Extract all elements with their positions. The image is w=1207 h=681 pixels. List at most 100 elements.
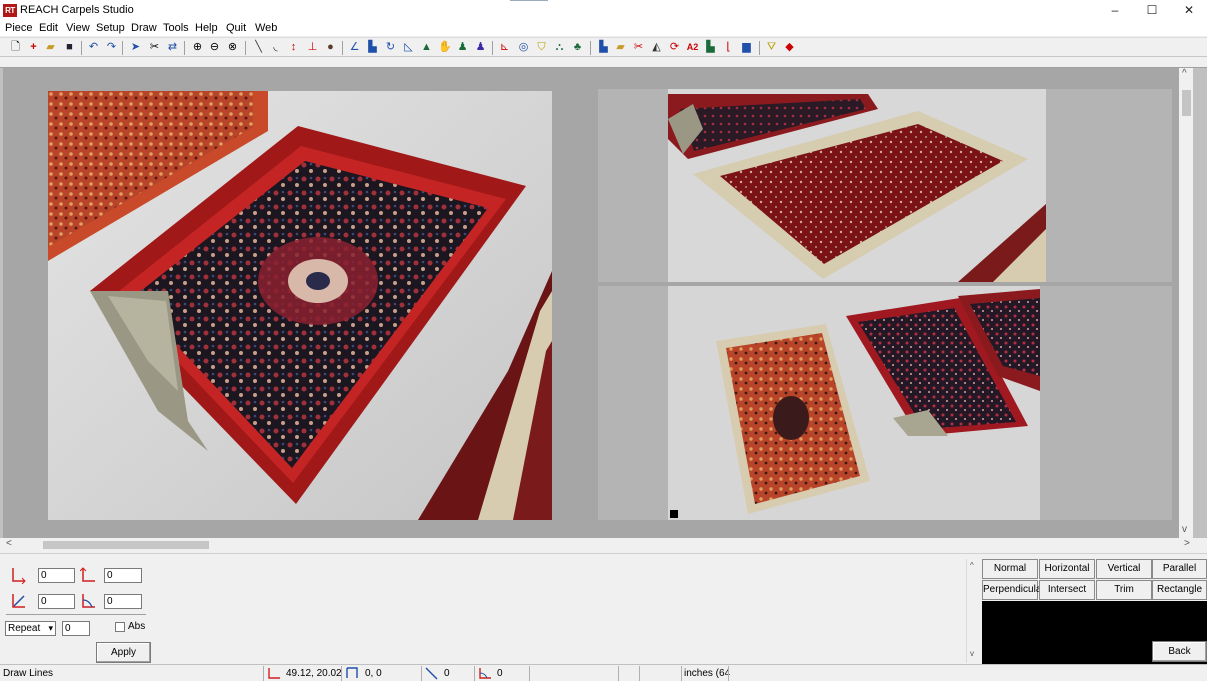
mode-panel-down-icon[interactable]: v [970, 649, 974, 658]
scroll-up-arrow-icon[interactable]: ^ [1182, 68, 1187, 79]
refresh-icon[interactable]: ⟳ [668, 41, 681, 54]
chevron-down-icon: ▾ [48, 623, 53, 633]
horizontal-scrollbar[interactable]: < > [0, 538, 1207, 551]
scroll-left-arrow-icon[interactable]: < [6, 538, 12, 549]
add-icon[interactable]: + [27, 41, 40, 54]
status-angle: 0 [497, 668, 503, 679]
hand-icon[interactable]: ✋ [438, 41, 452, 54]
mode-panel-up-icon[interactable]: ^ [970, 561, 974, 570]
rotate-icon[interactable]: ↻ [384, 41, 397, 54]
menu-tools[interactable]: Tools [163, 22, 189, 34]
angle-icon[interactable]: ∠ [348, 41, 361, 54]
status-divider [618, 666, 619, 681]
menu-view[interactable]: View [66, 22, 90, 34]
undo-icon[interactable]: ↶ [87, 41, 100, 54]
piece-icon[interactable]: ▙ [366, 41, 379, 54]
zoom-out-icon[interactable]: ⊖ [208, 41, 221, 54]
toolbar-separator [492, 41, 493, 55]
open-folder-icon[interactable]: ▰ [44, 41, 57, 54]
menu-edit[interactable]: Edit [39, 22, 58, 34]
export-icon[interactable]: ◆ [783, 41, 796, 54]
menu-help[interactable]: Help [195, 22, 218, 34]
menu-piece[interactable]: Piece [5, 22, 33, 34]
abs-checkbox[interactable] [115, 622, 125, 632]
status-cursor-position: 49.12, 20.02 [286, 668, 342, 679]
binoculars-icon[interactable]: ⛬ [553, 41, 566, 54]
draw-options-panel: 0 0 0 0 Repeat ▾ 0 Abs Apply ^ v Normal … [0, 553, 1207, 665]
canvas-surface[interactable]: ^ v [3, 68, 1193, 538]
angle-status-icon [479, 668, 491, 679]
length-input[interactable]: 0 [38, 594, 75, 609]
cut-icon[interactable]: ✂ [148, 41, 161, 54]
flag-icon[interactable]: ▙ [704, 41, 717, 54]
scissors-icon[interactable]: ✂ [632, 41, 645, 54]
maximize-button[interactable]: ☐ [1134, 0, 1170, 20]
horizontal-dimension-icon[interactable]: ⊥ [306, 41, 319, 54]
vertical-text-icon[interactable]: ⌊ [722, 41, 735, 54]
text-a2-icon[interactable]: A2 [686, 41, 699, 54]
split-icon[interactable]: ◭ [650, 41, 663, 54]
mode-panel-scrollbar[interactable]: ^ v [966, 559, 980, 663]
toolbar-separator [81, 41, 82, 55]
mode-normal-button[interactable]: Normal [982, 559, 1038, 579]
menu-draw[interactable]: Draw [131, 22, 157, 34]
menu-web[interactable]: Web [255, 22, 277, 34]
mode-perpendicular-button[interactable]: Perpendicular [982, 580, 1045, 600]
drawing-canvas[interactable]: ^ v < > [0, 67, 1207, 551]
vertical-scroll-thumb[interactable] [1182, 90, 1191, 116]
save-icon[interactable]: ■ [63, 41, 76, 54]
line-icon[interactable]: ╲ [252, 41, 265, 54]
arc-icon[interactable]: ◟ [269, 41, 282, 54]
ruler-icon[interactable]: ◺ [402, 41, 415, 54]
menu-setup[interactable]: Setup [96, 22, 125, 34]
circle-marker-icon[interactable]: ● [324, 41, 337, 54]
mode-vertical-button[interactable]: Vertical [1096, 559, 1152, 579]
vertical-scrollbar[interactable]: ^ v [1179, 68, 1193, 538]
mode-intersect-button[interactable]: Intersect [1039, 580, 1095, 600]
status-divider [341, 666, 342, 681]
mode-trim-button[interactable]: Trim [1096, 580, 1152, 600]
trophy-icon[interactable]: ⛛ [765, 41, 778, 54]
menu-quit[interactable]: Quit [226, 22, 246, 34]
carpet-photo-bottom-right-image [668, 286, 1040, 520]
mode-horizontal-button[interactable]: Horizontal [1039, 559, 1095, 579]
back-button[interactable]: Back [1152, 641, 1207, 662]
person-blue-icon[interactable]: ♟ [474, 41, 487, 54]
move-icon[interactable]: ⇄ [166, 41, 179, 54]
tree-icon[interactable]: ♣ [571, 41, 584, 54]
x-offset-icon [12, 568, 26, 584]
shape-icon[interactable]: ⊾ [498, 41, 511, 54]
target-icon[interactable]: ◎ [517, 41, 530, 54]
status-divider [474, 666, 475, 681]
abs-label: Abs [128, 621, 146, 632]
triangle-icon[interactable]: ▲ [420, 41, 433, 54]
mode-rectangle-button[interactable]: Rectangle [1152, 580, 1207, 600]
x-offset-input[interactable]: 0 [38, 568, 75, 583]
shield-icon[interactable]: ⛉ [535, 41, 548, 54]
zoom-in-icon[interactable]: ⊕ [191, 41, 204, 54]
repeat-count-input[interactable]: 0 [62, 621, 90, 636]
mode-parallel-button[interactable]: Parallel [1152, 559, 1207, 579]
folder-icon[interactable]: ▰ [614, 41, 627, 54]
angle-input[interactable]: 0 [104, 594, 142, 609]
toolbar-separator [184, 41, 185, 55]
redo-icon[interactable]: ↷ [105, 41, 118, 54]
zoom-fit-icon[interactable]: ⊗ [226, 41, 239, 54]
length-status-icon [425, 667, 438, 680]
repeat-select[interactable]: Repeat ▾ [5, 621, 56, 636]
horizontal-scroll-thumb[interactable] [43, 541, 209, 549]
person-icon[interactable]: ♟ [456, 41, 469, 54]
cabinet-icon[interactable]: ▙ [597, 41, 610, 54]
scroll-down-arrow-icon[interactable]: v [1182, 524, 1187, 535]
new-file-icon[interactable]: 🗋 [9, 41, 22, 54]
status-divider [421, 666, 422, 681]
close-button[interactable]: ✕ [1171, 0, 1207, 20]
vertical-dimension-icon[interactable]: ↕ [287, 41, 300, 54]
apply-button[interactable]: Apply [96, 642, 151, 663]
y-offset-input[interactable]: 0 [104, 568, 142, 583]
length-icon [12, 594, 25, 608]
print-icon[interactable]: ▆ [740, 41, 753, 54]
scroll-right-arrow-icon[interactable]: > [1184, 538, 1190, 549]
select-arrow-icon[interactable]: ➤ [129, 41, 142, 54]
minimize-button[interactable]: – [1097, 0, 1133, 20]
